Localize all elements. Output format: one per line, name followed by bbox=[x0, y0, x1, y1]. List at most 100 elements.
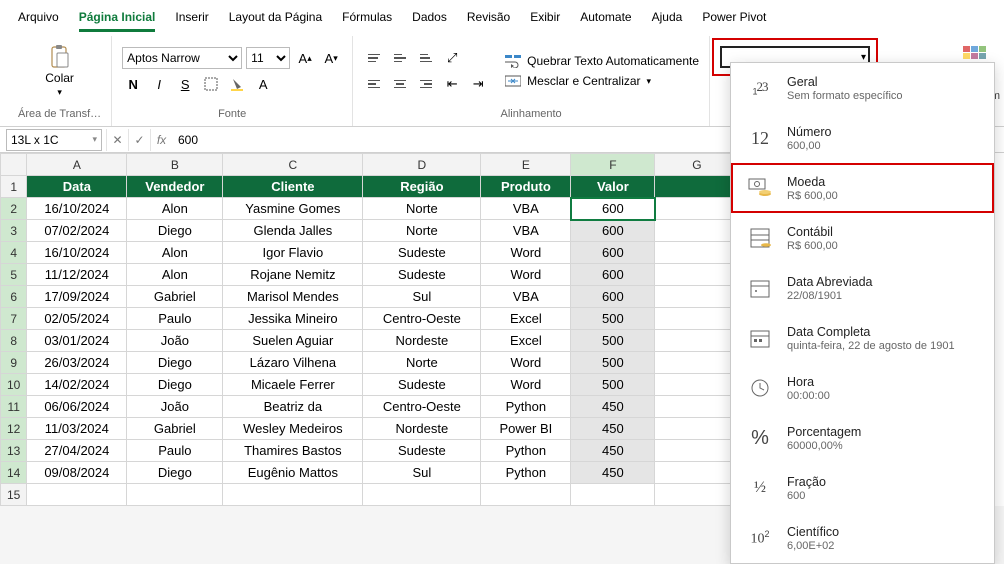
cell-A15[interactable] bbox=[27, 484, 127, 506]
cell-B12[interactable]: Gabriel bbox=[127, 418, 223, 440]
menu-item-power-pivot[interactable]: Power Pivot bbox=[692, 4, 776, 32]
cell-F10[interactable]: 500 bbox=[571, 374, 655, 396]
menu-item-p-gina-inicial[interactable]: Página Inicial bbox=[69, 4, 166, 32]
font-name-select[interactable]: Aptos Narrow bbox=[122, 47, 242, 69]
number-format-general[interactable]: 123GeralSem formato específico bbox=[731, 63, 994, 113]
cell-A6[interactable]: 17/09/2024 bbox=[27, 286, 127, 308]
row-header-11[interactable]: 11 bbox=[1, 396, 27, 418]
name-box[interactable]: 13L x 1C ▾ bbox=[6, 129, 102, 151]
cell-G15[interactable] bbox=[655, 484, 739, 506]
select-all-corner[interactable] bbox=[1, 154, 27, 176]
cell-C3[interactable]: Glenda Jalles bbox=[223, 220, 363, 242]
cell-F4[interactable]: 600 bbox=[571, 242, 655, 264]
cell-D9[interactable]: Norte bbox=[363, 352, 481, 374]
cell-A11[interactable]: 06/06/2024 bbox=[27, 396, 127, 418]
cell-B6[interactable]: Gabriel bbox=[127, 286, 223, 308]
cell-F12[interactable]: 450 bbox=[571, 418, 655, 440]
cell-F13[interactable]: 450 bbox=[571, 440, 655, 462]
cell-A7[interactable]: 02/05/2024 bbox=[27, 308, 127, 330]
cell-E5[interactable]: Word bbox=[481, 264, 571, 286]
cell-B2[interactable]: Alon bbox=[127, 198, 223, 220]
wrap-text-button[interactable]: Quebrar Texto Automaticamente bbox=[505, 53, 699, 69]
number-format-fraction[interactable]: ½Fração600 bbox=[731, 463, 994, 513]
cell-G5[interactable] bbox=[655, 264, 739, 286]
row-header-2[interactable]: 2 bbox=[1, 198, 27, 220]
menu-item-revis-o[interactable]: Revisão bbox=[457, 4, 520, 32]
cell-B15[interactable] bbox=[127, 484, 223, 506]
menu-item-layout-da-p-gina[interactable]: Layout da Página bbox=[219, 4, 332, 32]
cell-G8[interactable] bbox=[655, 330, 739, 352]
font-color-button[interactable]: A bbox=[252, 73, 274, 95]
number-format-scientific[interactable]: 102Científico6,00E+02 bbox=[731, 513, 994, 563]
column-header-A[interactable]: A bbox=[27, 154, 127, 176]
menu-item-inserir[interactable]: Inserir bbox=[165, 4, 218, 32]
cell-E1[interactable]: Produto bbox=[481, 176, 571, 198]
align-bottom-button[interactable] bbox=[415, 47, 437, 69]
merge-center-button[interactable]: Mesclar e Centralizar ▾ bbox=[505, 73, 699, 89]
cell-B5[interactable]: Alon bbox=[127, 264, 223, 286]
menu-item-automate[interactable]: Automate bbox=[570, 4, 641, 32]
cell-D8[interactable]: Nordeste bbox=[363, 330, 481, 352]
cell-E12[interactable]: Power BI bbox=[481, 418, 571, 440]
cell-F3[interactable]: 600 bbox=[571, 220, 655, 242]
cell-F1[interactable]: Valor bbox=[571, 176, 655, 198]
cell-A10[interactable]: 14/02/2024 bbox=[27, 374, 127, 396]
cell-G7[interactable] bbox=[655, 308, 739, 330]
align-right-button[interactable] bbox=[415, 73, 437, 95]
cell-G3[interactable] bbox=[655, 220, 739, 242]
cell-E8[interactable]: Excel bbox=[481, 330, 571, 352]
cell-D13[interactable]: Sudeste bbox=[363, 440, 481, 462]
column-header-B[interactable]: B bbox=[127, 154, 223, 176]
cell-F2[interactable]: 600 bbox=[571, 198, 655, 220]
cell-G6[interactable] bbox=[655, 286, 739, 308]
cell-B3[interactable]: Diego bbox=[127, 220, 223, 242]
row-header-10[interactable]: 10 bbox=[1, 374, 27, 396]
fill-color-button[interactable] bbox=[226, 73, 248, 95]
cell-B7[interactable]: Paulo bbox=[127, 308, 223, 330]
cancel-formula-button[interactable]: ✕ bbox=[106, 129, 128, 151]
cell-E13[interactable]: Python bbox=[481, 440, 571, 462]
cell-G4[interactable] bbox=[655, 242, 739, 264]
cell-G2[interactable] bbox=[655, 198, 739, 220]
number-format-currency[interactable]: MoedaR$ 600,00 bbox=[731, 163, 994, 213]
menu-item-f-rmulas[interactable]: Fórmulas bbox=[332, 4, 402, 32]
cell-F15[interactable] bbox=[571, 484, 655, 506]
column-header-C[interactable]: C bbox=[223, 154, 363, 176]
number-format-accounting[interactable]: ContábilR$ 600,00 bbox=[731, 213, 994, 263]
cell-F6[interactable]: 600 bbox=[571, 286, 655, 308]
paste-button[interactable]: Colar ▾ bbox=[41, 41, 78, 102]
cell-C2[interactable]: Yasmine Gomes bbox=[223, 198, 363, 220]
cell-D5[interactable]: Sudeste bbox=[363, 264, 481, 286]
cell-F7[interactable]: 500 bbox=[571, 308, 655, 330]
italic-button[interactable]: I bbox=[148, 73, 170, 95]
borders-button[interactable] bbox=[200, 73, 222, 95]
cell-D10[interactable]: Sudeste bbox=[363, 374, 481, 396]
row-header-14[interactable]: 14 bbox=[1, 462, 27, 484]
row-header-15[interactable]: 15 bbox=[1, 484, 27, 506]
cell-G1[interactable] bbox=[655, 176, 739, 198]
cell-D6[interactable]: Sul bbox=[363, 286, 481, 308]
cell-F5[interactable]: 600 bbox=[571, 264, 655, 286]
cell-C14[interactable]: Eugênio Mattos bbox=[223, 462, 363, 484]
decrease-indent-button[interactable]: ⇤ bbox=[441, 73, 463, 95]
cell-F14[interactable]: 450 bbox=[571, 462, 655, 484]
cell-C15[interactable] bbox=[223, 484, 363, 506]
cell-E6[interactable]: VBA bbox=[481, 286, 571, 308]
cell-A14[interactable]: 09/08/2024 bbox=[27, 462, 127, 484]
cell-C6[interactable]: Marisol Mendes bbox=[223, 286, 363, 308]
cell-G9[interactable] bbox=[655, 352, 739, 374]
orientation-button[interactable]: ⤢ bbox=[441, 47, 463, 69]
cell-D4[interactable]: Sudeste bbox=[363, 242, 481, 264]
cell-C13[interactable]: Thamires Bastos bbox=[223, 440, 363, 462]
row-header-4[interactable]: 4 bbox=[1, 242, 27, 264]
column-header-F[interactable]: F bbox=[571, 154, 655, 176]
underline-button[interactable]: S bbox=[174, 73, 196, 95]
align-top-button[interactable] bbox=[363, 47, 385, 69]
increase-indent-button[interactable]: ⇥ bbox=[467, 73, 489, 95]
cell-B10[interactable]: Diego bbox=[127, 374, 223, 396]
cell-C4[interactable]: Igor Flavio bbox=[223, 242, 363, 264]
cell-A2[interactable]: 16/10/2024 bbox=[27, 198, 127, 220]
row-header-1[interactable]: 1 bbox=[1, 176, 27, 198]
cell-C1[interactable]: Cliente bbox=[223, 176, 363, 198]
cell-D12[interactable]: Nordeste bbox=[363, 418, 481, 440]
